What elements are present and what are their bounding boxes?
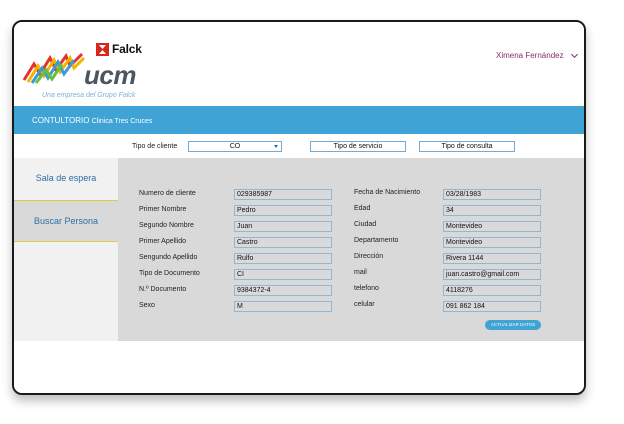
update-data-button[interactable]: ACTUALIZAR DATOS [485,320,541,330]
department-field[interactable]: Montevideo [443,237,541,248]
ucm-logo-icon [22,52,86,89]
user-menu[interactable]: Ximena Fernández [496,50,578,60]
middle-name-label: Segundo Nombre [139,222,194,229]
client-number-label: Numero de cliente [139,190,196,197]
filter-row: Tipo de cliente CO Tipo de servicio Tipo… [118,134,584,158]
banner: CONTULTORIO Clinica Tres Cruces [14,106,584,134]
first-name-label: Primer Nombre [139,206,187,213]
caret-down-icon [274,145,278,148]
service-type-button[interactable]: Tipo de servicio [310,141,406,152]
email-label: mail [354,269,367,276]
patient-form: Numero de cliente Primer Nombre Segundo … [118,158,584,341]
first-surname-field[interactable]: Castro [234,237,332,248]
birth-date-field[interactable]: 03/28/1983 [443,189,541,200]
tagline: Una empresa del Grupo Falck [42,92,136,99]
sidebar: Sala de espera Buscar Persona [14,158,118,341]
age-label: Edad [354,205,371,212]
document-type-field[interactable]: CI [234,269,332,280]
age-field[interactable]: 34 [443,205,541,216]
user-name: Ximena Fernández [496,51,564,60]
mobile-field[interactable]: 091 862 184 [443,301,541,312]
chevron-down-icon [570,50,578,58]
second-surname-field[interactable]: Rulfo [234,253,332,264]
address-label: Dirección [354,253,384,260]
banner-title: CONTULTORIO Clinica Tres Cruces [32,116,152,125]
client-type-label: Tipo de cliente [132,143,178,150]
footer [14,341,584,393]
phone-field[interactable]: 4118276 [443,285,541,296]
sidebar-item-search-person[interactable]: Buscar Persona [14,200,118,242]
sex-label: Sexo [139,302,155,309]
sidebar-item-waiting-room[interactable]: Sala de espera [14,158,118,197]
birth-date-label: Fecha de Nacimiento [354,189,421,196]
banner-title-text: CONTULTORIO [32,116,90,125]
first-surname-label: Primer Apellido [139,238,187,245]
city-label: Ciudad [354,221,377,228]
banner-subtitle: Clinica Tres Cruces [91,118,153,125]
header: Falck ucm Una empresa del Grupo Falck Xi… [14,22,584,104]
mobile-label: celular [354,301,375,308]
client-type-value: CO [229,143,241,150]
document-type-label: Tipo de Documento [139,270,200,277]
client-number-field[interactable]: 029385987 [234,189,332,200]
second-surname-label: Sengundo Apellido [139,254,198,261]
middle-name-field[interactable]: Juan [234,221,332,232]
consult-type-button[interactable]: Tipo de consulta [419,141,515,152]
logo-text: ucm [84,60,136,90]
department-label: Departamento [354,237,399,244]
app-window: Falck ucm Una empresa del Grupo Falck Xi… [12,20,586,395]
client-type-select[interactable]: CO [188,141,282,152]
falck-logo-icon [96,43,109,56]
document-number-label: N.º Documento [139,286,187,293]
first-name-field[interactable]: Pedro [234,205,332,216]
sex-field[interactable]: M [234,301,332,312]
city-field[interactable]: Montevideo [443,221,541,232]
address-field[interactable]: Rivera 1144 [443,253,541,264]
falck-brand: Falck [112,42,142,56]
email-field[interactable]: juan.castro@gmail.com [443,269,541,280]
document-number-field[interactable]: 9384372-4 [234,285,332,296]
phone-label: telefono [354,285,379,292]
